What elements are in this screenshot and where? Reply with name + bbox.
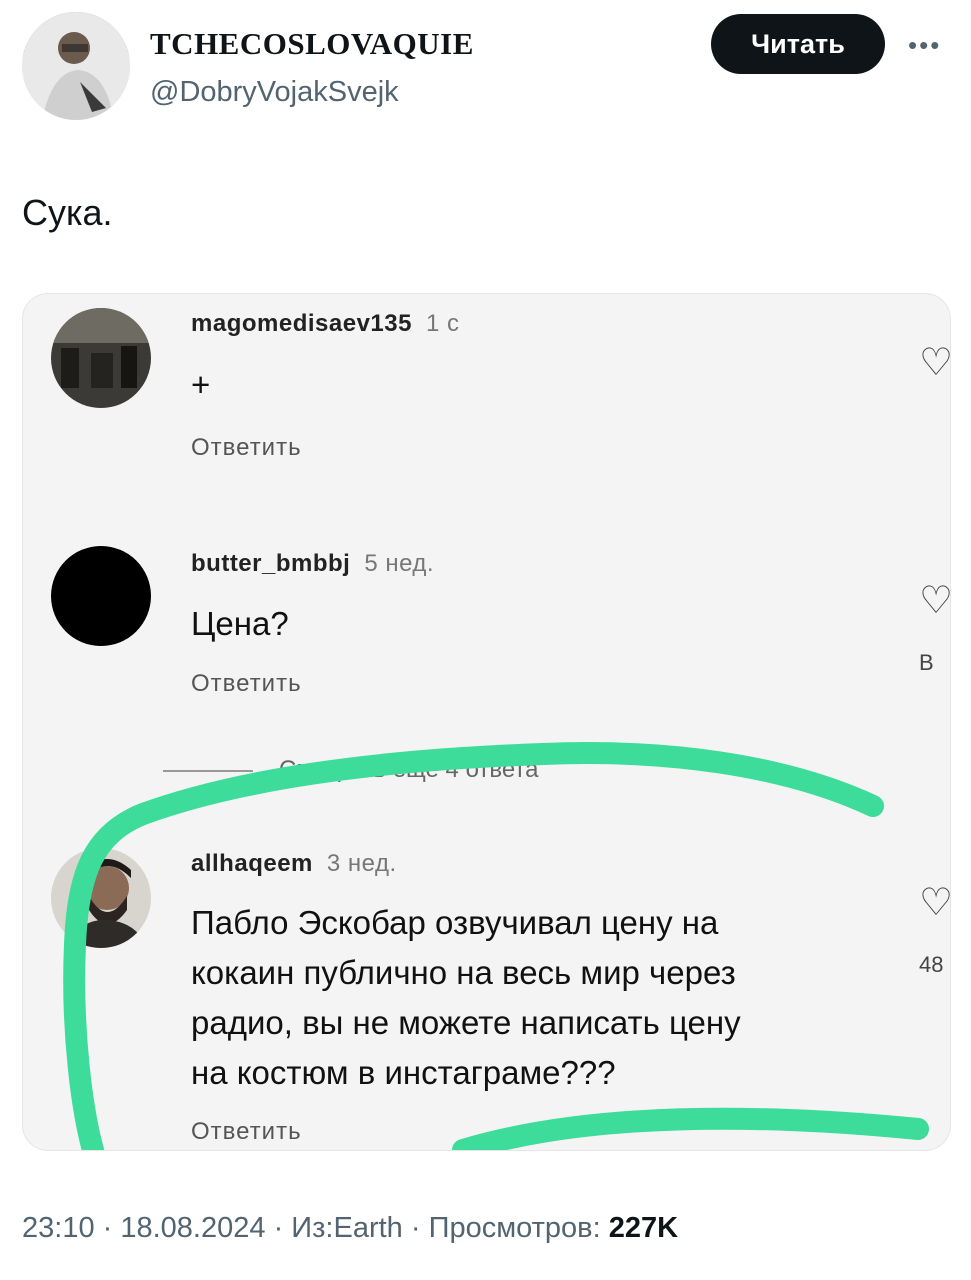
views-label: Просмотров: — [428, 1212, 601, 1244]
comment-avatar — [51, 546, 151, 646]
tweet-source: Из:Earth — [291, 1212, 403, 1244]
tweet-header: TCHECOSLOVAQUIE @DobryVojakSvejk Читать … — [0, 0, 971, 140]
view-more-replies-text: Смотреть еще 4 ответа — [279, 756, 539, 783]
comment-reply-button[interactable]: Ответить — [191, 670, 302, 698]
tweet-date[interactable]: 18.08.2024 — [120, 1212, 265, 1244]
divider-line — [163, 769, 253, 772]
like-count: В — [919, 650, 934, 675]
author-avatar[interactable] — [22, 12, 130, 120]
comment-username[interactable]: allhaqeem 3 нед. — [191, 850, 397, 878]
comment-username-text: magomedisaev135 — [191, 310, 412, 337]
comment-reply-button[interactable]: Ответить — [191, 434, 302, 462]
meta-separator: · — [273, 1212, 292, 1244]
more-dots-icon[interactable]: ••• — [908, 30, 941, 61]
comment-time: 5 нед. — [364, 550, 435, 577]
comment-text-line: кокаин публично на весь мир через — [191, 954, 736, 991]
tweet-time[interactable]: 23:10 — [22, 1212, 95, 1244]
like-heart-icon[interactable]: ♡ — [919, 340, 950, 385]
comment-avatar — [51, 848, 151, 948]
comment-text: Пабло Эскобар озвучивал цену на кокаин п… — [191, 898, 871, 1098]
like-heart-icon[interactable]: ♡ — [919, 880, 950, 925]
comment-text: Цена? — [191, 605, 289, 642]
comment-reply-button[interactable]: Ответить — [191, 1118, 302, 1146]
comment-username[interactable]: butter_bmbbj 5 нед. — [191, 550, 434, 578]
like-heart-icon[interactable]: ♡ — [919, 578, 950, 623]
like-count: 48 — [919, 952, 944, 977]
view-more-replies[interactable]: Смотреть еще 4 ответа — [163, 756, 538, 784]
tweet-meta: 23:10 · 18.08.2024 · Из:Earth · Просмотр… — [22, 1212, 678, 1245]
author-handle[interactable]: @DobryVojakSvejk — [150, 76, 399, 109]
comment-text-line: радио, вы не можете написать цену — [191, 1004, 741, 1041]
comment-avatar — [51, 308, 151, 408]
comment-username[interactable]: magomedisaev135 1 c — [191, 310, 459, 338]
comment-time: 3 нед. — [326, 850, 397, 877]
author-display-name[interactable]: TCHECOSLOVAQUIE — [150, 26, 474, 62]
tweet-media-image[interactable]: magomedisaev135 1 c + Ответить ♡ butter_b… — [22, 293, 951, 1151]
meta-separator: · — [410, 1212, 429, 1244]
comment-username-text: allhaqeem — [191, 850, 313, 877]
comment-text-line: Пабло Эскобар озвучивал цену на — [191, 904, 719, 941]
meta-separator: · — [102, 1212, 121, 1244]
views-count: 227K — [608, 1212, 679, 1244]
comment-username-text: butter_bmbbj — [191, 550, 351, 577]
comment-time: 1 c — [425, 310, 460, 337]
comment-text: + — [191, 366, 211, 403]
follow-button[interactable]: Читать — [711, 14, 885, 74]
tweet-text: Сука. — [22, 192, 113, 233]
comment-text-line: на костюм в инстаграме??? — [191, 1054, 616, 1091]
